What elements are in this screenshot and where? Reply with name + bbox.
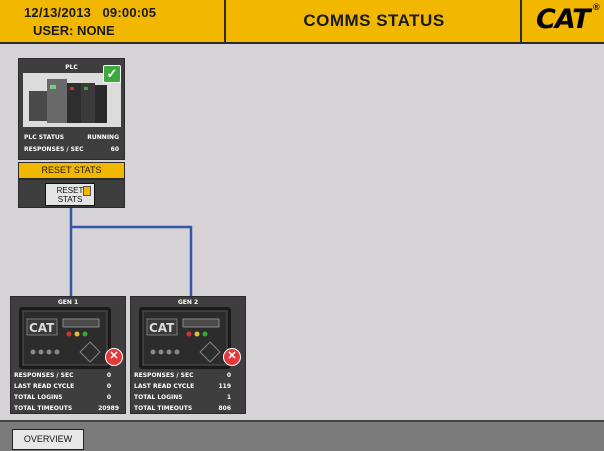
overview-button[interactable]: OVERVIEW xyxy=(12,429,84,450)
reset-stats-header: RESET STATS xyxy=(18,162,125,179)
gen1-panel[interactable]: GEN 1 CAT ✕ RESPONSES / SEC 0 LAST READ … xyxy=(10,296,126,414)
gen2-stat-label: TOTAL LOGINS xyxy=(134,394,183,401)
gen2-panel[interactable]: GEN 2 CAT ✕ RESPONSES / SEC 0 LAST READ … xyxy=(130,296,246,414)
gen1-stat-label: RESPONSES / SEC xyxy=(14,372,74,379)
gen1-stat-label: TOTAL TIMEOUTS xyxy=(14,405,73,412)
gen1-controller-image: CAT xyxy=(19,307,111,369)
lock-icon xyxy=(83,186,91,196)
plc-stat-label: PLC STATUS xyxy=(24,134,65,141)
gen2-stat-value: 0 xyxy=(226,372,231,379)
gen2-stat-value: 1 xyxy=(226,394,231,401)
svg-text:CAT: CAT xyxy=(29,321,55,335)
reset-stats-button[interactable]: RESET STATS xyxy=(45,183,95,206)
plc-panel[interactable]: PLC ✓ PLC STATUS RUNNING RESPONSES / SEC… xyxy=(18,58,125,160)
gen1-stat-value: 0 xyxy=(106,394,111,401)
gen1-stat-value: 20989 xyxy=(98,405,119,412)
gen2-stat-value: 119 xyxy=(218,383,231,390)
reset-stats-panel: RESET STATS xyxy=(18,179,125,208)
svg-text:CAT: CAT xyxy=(149,321,175,335)
plc-stat-value: RUNNING xyxy=(87,134,119,141)
gen1-stat-value: 0 xyxy=(106,383,111,390)
gen2-title: GEN 2 xyxy=(177,299,199,306)
gen1-error-status-icon: ✕ xyxy=(105,348,123,366)
reset-button-label-line1: RESET xyxy=(56,186,84,195)
footer-bar: OVERVIEW xyxy=(0,420,604,451)
gen2-stat-value: 806 xyxy=(218,405,231,412)
gen1-stat-value: 0 xyxy=(106,372,111,379)
gen2-error-status-icon: ✕ xyxy=(223,348,241,366)
gen2-stat-label: TOTAL TIMEOUTS xyxy=(134,405,193,412)
gen1-title: GEN 1 xyxy=(57,299,79,306)
gen2-controller-image: CAT xyxy=(139,307,231,369)
gen1-stat-label: LAST READ CYCLE xyxy=(14,383,75,390)
plc-stat-label: RESPONSES / SEC xyxy=(24,146,84,153)
gen2-stat-label: RESPONSES / SEC xyxy=(134,372,194,379)
plc-ok-status-icon: ✓ xyxy=(103,65,121,83)
gen1-stat-label: TOTAL LOGINS xyxy=(14,394,63,401)
gen2-stat-label: LAST READ CYCLE xyxy=(134,383,195,390)
plc-stat-value: 60 xyxy=(110,146,119,153)
reset-button-label-line2: STATS xyxy=(57,195,83,204)
